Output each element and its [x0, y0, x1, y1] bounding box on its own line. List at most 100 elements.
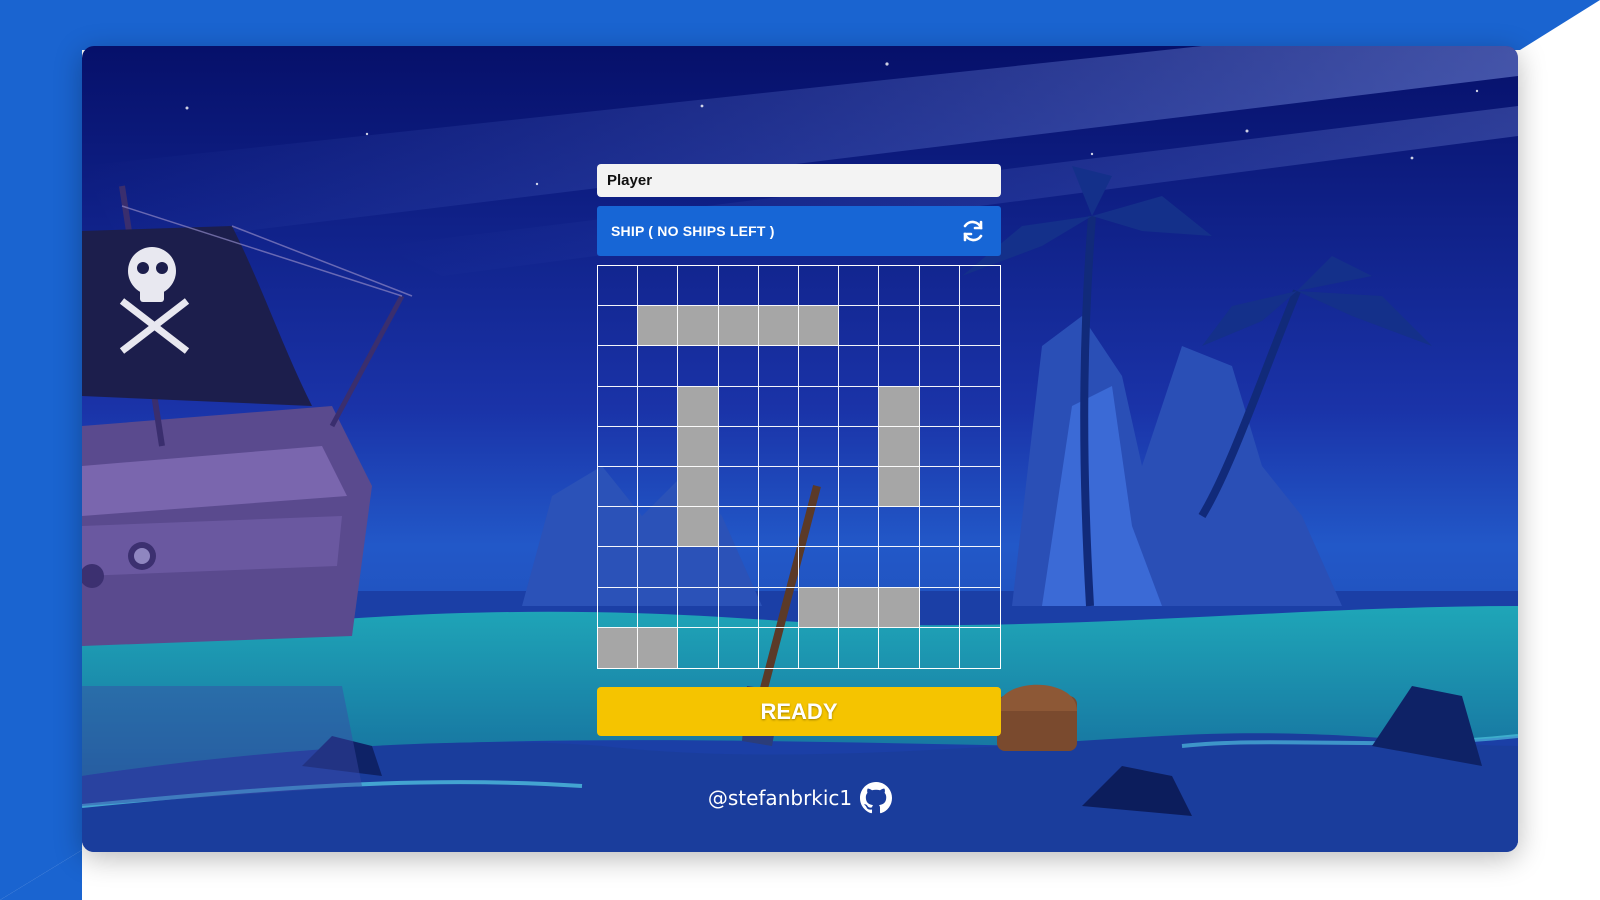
grid-cell[interactable]: [959, 507, 1000, 548]
grid-cell[interactable]: [718, 507, 759, 548]
grid-cell[interactable]: [758, 507, 799, 548]
grid-cell[interactable]: [839, 547, 880, 588]
grid-cell[interactable]: [799, 386, 840, 427]
grid-cell[interactable]: [718, 386, 759, 427]
ship-selector[interactable]: SHIP ( NO SHIPS LEFT ): [597, 206, 1001, 256]
grid-cell[interactable]: [839, 627, 880, 668]
grid-cell[interactable]: [638, 507, 679, 548]
player-name-input[interactable]: [597, 164, 1001, 197]
grid-cell[interactable]: [839, 426, 880, 467]
github-icon[interactable]: [860, 782, 893, 814]
grid-cell[interactable]: [799, 426, 840, 467]
grid-cell[interactable]: [919, 346, 960, 387]
grid-cell[interactable]: [799, 627, 840, 668]
grid-cell[interactable]: [598, 386, 639, 427]
grid-cell[interactable]: [718, 426, 759, 467]
grid-cell[interactable]: [758, 346, 799, 387]
grid-cell-ship[interactable]: [879, 386, 920, 427]
grid-cell[interactable]: [919, 426, 960, 467]
grid-cell[interactable]: [879, 507, 920, 548]
grid-cell-ship[interactable]: [678, 467, 719, 508]
grid-cell-ship[interactable]: [879, 467, 920, 508]
grid-cell[interactable]: [879, 306, 920, 347]
grid-cell[interactable]: [959, 346, 1000, 387]
grid-cell[interactable]: [678, 547, 719, 588]
grid-cell[interactable]: [959, 306, 1000, 347]
grid-cell[interactable]: [839, 467, 880, 508]
grid-cell[interactable]: [799, 507, 840, 548]
grid-cell[interactable]: [879, 266, 920, 307]
grid-cell-ship[interactable]: [678, 507, 719, 548]
author-handle[interactable]: @stefanbrkic1: [708, 786, 852, 810]
grid-cell[interactable]: [839, 306, 880, 347]
grid-cell[interactable]: [919, 386, 960, 427]
grid-cell[interactable]: [758, 266, 799, 307]
grid-cell-ship[interactable]: [718, 306, 759, 347]
grid-cell-ship[interactable]: [678, 306, 719, 347]
grid-cell[interactable]: [598, 467, 639, 508]
grid-cell-ship[interactable]: [879, 426, 920, 467]
grid-cell[interactable]: [919, 547, 960, 588]
grid-cell[interactable]: [920, 627, 960, 668]
grid-cell[interactable]: [959, 467, 1000, 508]
grid-cell[interactable]: [799, 467, 840, 508]
grid-cell[interactable]: [799, 346, 840, 387]
grid-cell[interactable]: [959, 547, 1000, 588]
ready-button[interactable]: READY: [597, 687, 1001, 736]
grid-cell[interactable]: [959, 588, 1000, 628]
grid-cell[interactable]: [598, 587, 639, 628]
grid-cell[interactable]: [879, 627, 920, 668]
grid-cell-ship[interactable]: [638, 627, 679, 668]
grid-cell[interactable]: [638, 467, 679, 508]
grid-cell[interactable]: [718, 547, 759, 588]
grid-cell-ship[interactable]: [598, 627, 639, 668]
grid-cell[interactable]: [758, 426, 799, 467]
grid-cell[interactable]: [718, 346, 759, 387]
grid-cell[interactable]: [678, 627, 719, 668]
grid-cell[interactable]: [839, 507, 880, 548]
grid-cell[interactable]: [839, 266, 880, 307]
grid-cell[interactable]: [919, 306, 960, 347]
grid-cell-ship[interactable]: [799, 587, 840, 628]
grid-cell-ship[interactable]: [879, 587, 920, 628]
grid-cell[interactable]: [598, 266, 639, 307]
grid-cell[interactable]: [839, 346, 880, 387]
grid-cell[interactable]: [919, 467, 960, 508]
grid-cell[interactable]: [879, 346, 920, 387]
grid-cell[interactable]: [638, 346, 679, 387]
grid-cell[interactable]: [758, 547, 799, 588]
grid-cell[interactable]: [959, 427, 1000, 467]
grid-cell[interactable]: [598, 547, 639, 588]
grid-cell[interactable]: [758, 386, 799, 427]
grid-cell[interactable]: [718, 266, 759, 307]
grid-cell-ship[interactable]: [638, 306, 679, 347]
grid-cell[interactable]: [638, 266, 679, 307]
grid-cell[interactable]: [598, 426, 639, 467]
grid-cell[interactable]: [638, 587, 679, 628]
grid-cell[interactable]: [678, 587, 719, 628]
grid-cell[interactable]: [598, 306, 639, 347]
grid-cell-ship[interactable]: [678, 426, 719, 467]
grid-cell[interactable]: [678, 346, 719, 387]
grid-cell[interactable]: [799, 266, 840, 307]
grid-cell[interactable]: [638, 386, 679, 427]
ship-placement-grid[interactable]: [597, 265, 1001, 669]
grid-cell-ship[interactable]: [758, 306, 799, 347]
grid-cell[interactable]: [879, 547, 920, 588]
grid-cell[interactable]: [759, 627, 799, 668]
grid-cell[interactable]: [678, 266, 719, 307]
grid-cell[interactable]: [598, 507, 639, 548]
grid-cell[interactable]: [758, 467, 799, 508]
refresh-icon[interactable]: [959, 217, 987, 245]
grid-cell[interactable]: [719, 627, 759, 668]
grid-cell[interactable]: [960, 628, 1000, 668]
grid-cell[interactable]: [799, 547, 840, 588]
grid-cell[interactable]: [718, 587, 759, 628]
grid-cell[interactable]: [638, 547, 679, 588]
grid-cell[interactable]: [638, 426, 679, 467]
grid-cell-ship[interactable]: [678, 386, 719, 427]
grid-cell-ship[interactable]: [799, 306, 840, 347]
grid-cell[interactable]: [919, 507, 960, 548]
grid-cell[interactable]: [718, 467, 759, 508]
grid-cell[interactable]: [919, 266, 960, 307]
